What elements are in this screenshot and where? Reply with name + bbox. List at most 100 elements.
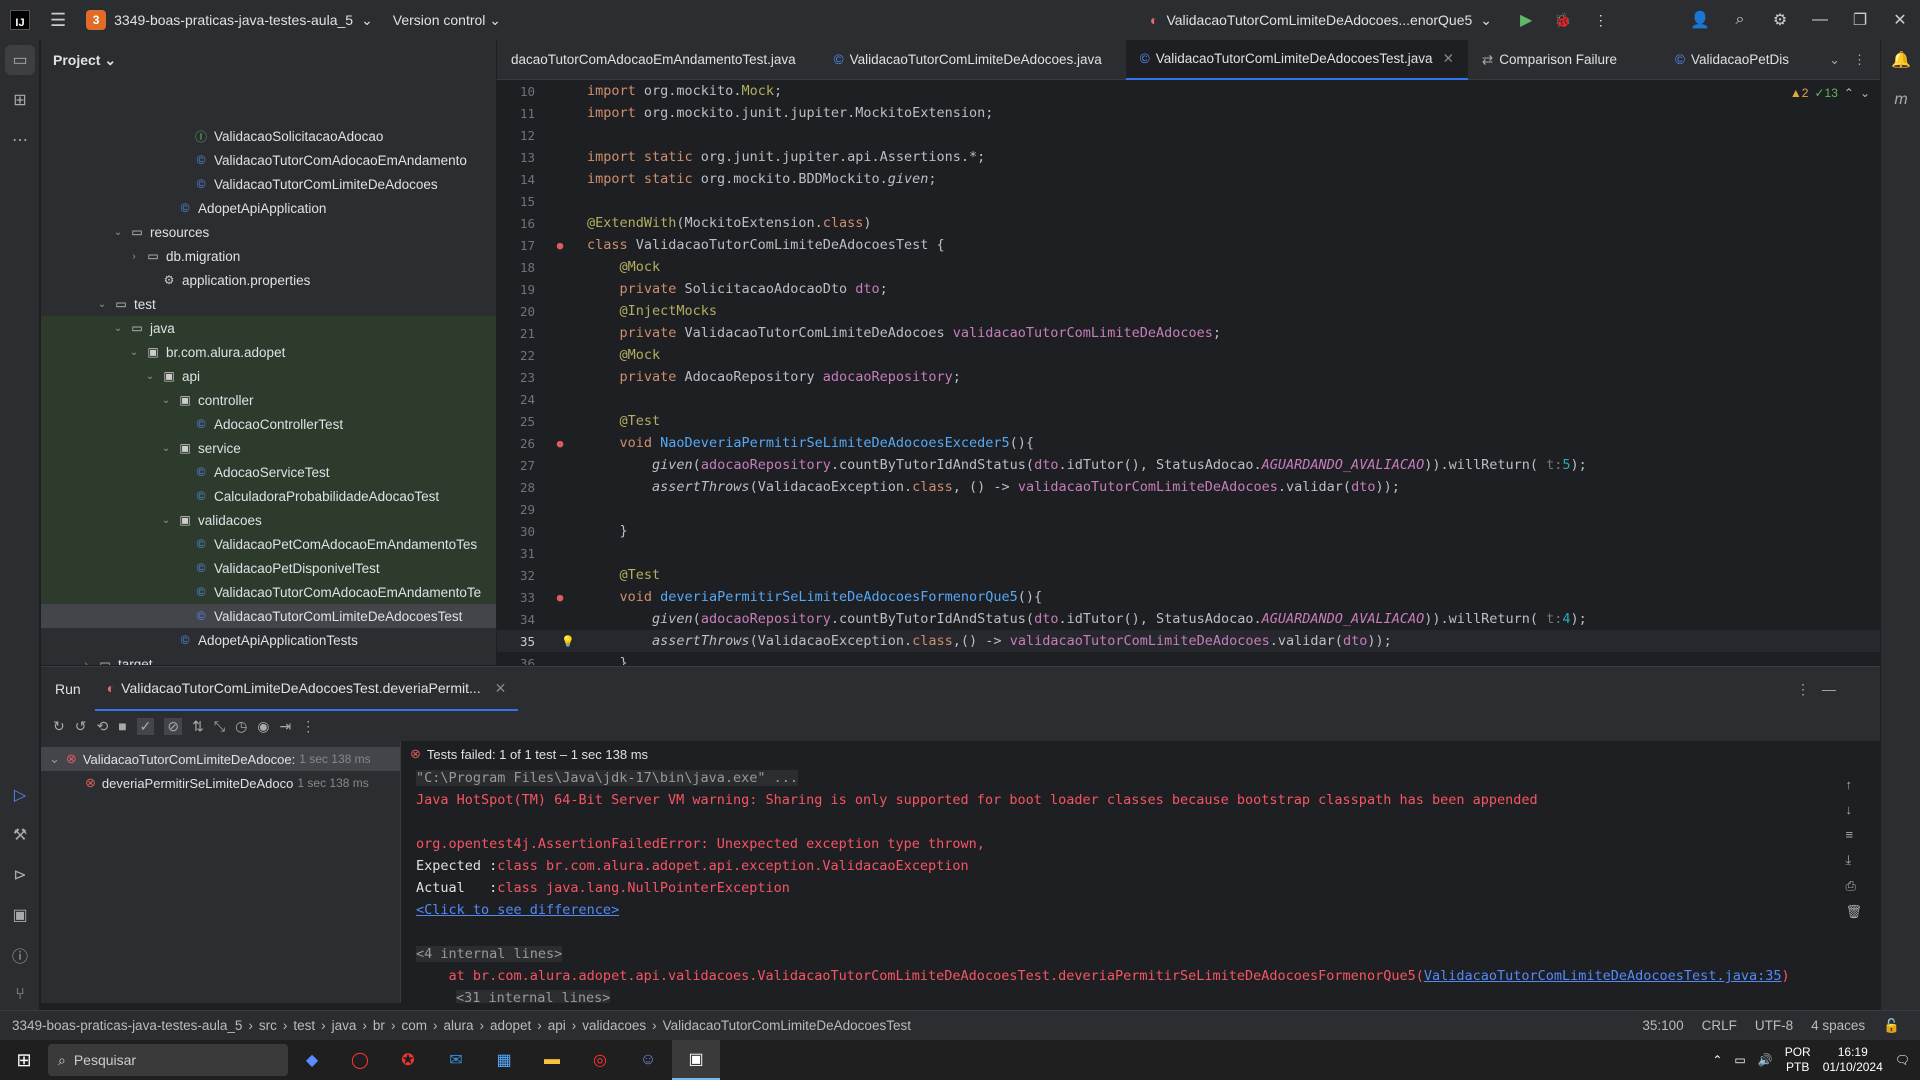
run-tab[interactable]: ◐ ValidacaoTutorComLimiteDeAdocoesTest.d… — [94, 667, 519, 711]
tree-item[interactable]: ⚙ application.properties — [41, 268, 496, 292]
rerun-failed-icon[interactable]: ↺ — [75, 718, 87, 735]
project-selector[interactable]: 3 3349-boas-praticas-java-testes-aula_5 … — [86, 10, 373, 30]
run-tool-icon[interactable]: ▷ — [0, 775, 40, 815]
breadcrumb-item[interactable]: test — [293, 1018, 315, 1033]
tab-limite-adocoes-test[interactable]: © ValidacaoTutorComLimiteDeAdocoesTest.ja… — [1125, 39, 1468, 80]
tab-limite-adocoes[interactable]: © ValidacaoTutorComLimiteDeAdocoes.java — [820, 40, 1116, 80]
file-encoding[interactable]: UTF-8 — [1755, 1018, 1793, 1034]
notifications-icon[interactable]: 🔔 — [1881, 40, 1920, 80]
chevron-down-icon[interactable]: ⌄ — [95, 299, 109, 310]
file-explorer-icon[interactable]: ▬ — [528, 1040, 576, 1080]
breadcrumb-item[interactable]: java — [332, 1018, 357, 1033]
intellij-logo-icon[interactable]: IJ — [10, 10, 30, 30]
line-separator[interactable]: CRLF — [1702, 1018, 1737, 1034]
tree-item[interactable]: © ValidacaoPetComAdocaoEmAndamentoTes — [41, 532, 496, 556]
more-icon[interactable]: ⋮ — [1594, 12, 1608, 29]
chevron-down-icon[interactable]: ⌄ — [159, 515, 173, 526]
tree-item[interactable]: ⌄ ▣ br.com.alura.adopet — [41, 340, 496, 364]
copilot-icon[interactable]: ◆ — [288, 1040, 336, 1080]
tab-comparison-failure[interactable]: ⇄ Comparison Failure — [1468, 40, 1631, 80]
see-difference-link[interactable]: <Click to see difference> — [416, 902, 619, 918]
chevron-down-icon[interactable]: ⌄ — [143, 371, 157, 382]
test-method-row[interactable]: ⊗ deveriaPermitirSeLimiteDeAdoco 1 sec 1… — [41, 771, 400, 795]
tree-item[interactable]: ⌄ ▣ service — [41, 436, 496, 460]
tree-item[interactable]: © AdopetApiApplication — [41, 196, 496, 220]
breadcrumb-item[interactable]: validacoes — [582, 1018, 646, 1033]
debug-icon[interactable]: 🐞 — [1554, 12, 1571, 29]
project-panel-header[interactable]: Project ⌄ — [41, 40, 496, 80]
stack-trace-link[interactable]: ValidacaoTutorComLimiteDeAdocoesTest.jav… — [1424, 968, 1782, 984]
minimize-panel-icon[interactable]: — — [1822, 681, 1836, 697]
tree-item[interactable]: © AdocaoControllerTest — [41, 412, 496, 436]
more-icon[interactable]: ⋮ — [301, 718, 315, 735]
arrow-up-icon[interactable]: ↑ — [1845, 777, 1862, 792]
chevron-down-icon[interactable]: ⌄ — [111, 323, 125, 334]
version-control-menu[interactable]: Version control ⌄ — [393, 12, 501, 29]
export-icon[interactable]: ⇥ — [280, 718, 292, 735]
trash-icon[interactable]: 🗑 — [1845, 904, 1862, 920]
gear-icon[interactable]: ⚙ — [1760, 10, 1800, 30]
close-icon[interactable]: ✕ — [1880, 10, 1920, 30]
tree-item[interactable]: © ValidacaoTutorComAdocaoEmAndamentoTe — [41, 580, 496, 604]
breadcrumb-item[interactable]: adopet — [490, 1018, 531, 1033]
more-tools-icon[interactable]: ⋯ — [0, 120, 40, 160]
chevron-down-icon[interactable]: ⌄ — [159, 443, 173, 454]
tree-item[interactable]: © ValidacaoTutorComLimiteDeAdocoes — [41, 172, 496, 196]
chevron-down-icon[interactable]: ⌄ — [49, 751, 60, 767]
print-icon[interactable]: ⎙ — [1845, 878, 1862, 894]
run-test-gutter-icon[interactable]: ● — [545, 239, 575, 252]
breadcrumb-item[interactable]: alura — [443, 1018, 473, 1033]
close-icon[interactable]: ✕ — [495, 680, 507, 697]
run-config-selector[interactable]: ◐ ValidacaoTutorComLimiteDeAdocoes...eno… — [1150, 0, 1608, 40]
tree-item[interactable]: Ⓘ ValidacaoSolicitacaoAdocao — [41, 124, 496, 148]
tree-item[interactable]: ⌄ ▭ resources — [41, 220, 496, 244]
store-icon[interactable]: ▦ — [480, 1040, 528, 1080]
lightbulb-icon[interactable]: 💡 — [545, 635, 575, 648]
services-tool-icon[interactable]: ⊳ — [0, 855, 40, 895]
app-icon[interactable]: ✪ — [384, 1040, 432, 1080]
more-icon[interactable]: ⋮ — [1853, 52, 1866, 68]
tab-adocao-em-andamento-test[interactable]: dacaoTutorComAdocaoEmAndamentoTest.java — [497, 40, 810, 80]
windows-start-icon[interactable]: ⊞ — [0, 1050, 48, 1071]
close-tab-icon[interactable]: ✕ — [1443, 51, 1454, 67]
rerun-icon[interactable]: ↻ — [53, 718, 65, 735]
console-output[interactable]: ⊗ Tests failed: 1 of 1 test – 1 sec 138 m… — [406, 741, 1826, 1003]
tree-item[interactable]: © ValidacaoTutorComLimiteDeAdocoesTest — [41, 604, 496, 628]
breadcrumb-item[interactable]: 3349-boas-praticas-java-testes-aula_5 — [12, 1018, 242, 1033]
keyboard-layout[interactable]: POR PTB — [1785, 1045, 1811, 1075]
restore-icon[interactable]: ❐ — [1840, 10, 1880, 30]
build-tool-icon[interactable]: ⚒ — [0, 815, 40, 855]
test-class-row[interactable]: ⌄ ⊗ ValidacaoTutorComLimiteDeAdocoe: 1 s… — [41, 747, 400, 771]
chevron-right-icon[interactable]: › — [127, 251, 141, 262]
code-view[interactable]: 10 import org.mockito.Mock; 11 import org.… — [497, 80, 1880, 665]
arrow-down-icon[interactable]: ↓ — [1845, 802, 1862, 817]
structure-tool-icon[interactable]: ⊞ — [0, 80, 40, 120]
tree-item[interactable]: ⌄ ▭ java — [41, 316, 496, 340]
problems-tool-icon[interactable]: ⓘ — [0, 935, 40, 975]
tree-item[interactable]: › ▭ db.migration — [41, 244, 496, 268]
chevron-down-icon[interactable]: ⌄ — [127, 347, 141, 358]
lock-icon[interactable]: 🔓 — [1883, 1018, 1900, 1034]
scroll-to-end-icon[interactable]: ⤓ — [1845, 852, 1862, 868]
search-icon[interactable]: ⌕ — [1720, 11, 1760, 29]
tree-item[interactable]: ⌄ ▣ api — [41, 364, 496, 388]
caret-position[interactable]: 35:100 — [1642, 1018, 1683, 1034]
show-passed-icon[interactable]: ✓ — [136, 717, 155, 735]
network-icon[interactable]: ▭ — [1734, 1053, 1745, 1067]
run-test-gutter-icon[interactable]: ● — [545, 437, 575, 450]
volume-icon[interactable]: 🔊 — [1758, 1053, 1773, 1067]
sort-icon[interactable]: ⇅ — [192, 718, 204, 735]
breadcrumb-item[interactable]: br — [373, 1018, 385, 1033]
clock[interactable]: 16:19 01/10/2024 — [1823, 1045, 1883, 1075]
tree-item[interactable]: ⌄ ▣ controller — [41, 388, 496, 412]
breadcrumb-item[interactable]: api — [548, 1018, 566, 1033]
internal-lines-fold[interactable]: <4 internal lines> — [416, 946, 563, 962]
tab-list-icon[interactable]: ⌄ — [1829, 52, 1840, 68]
notification-icon[interactable]: 🗨 — [1895, 1053, 1910, 1067]
tree-item[interactable]: © AdocaoServiceTest — [41, 460, 496, 484]
collapse-icon[interactable]: ⤡ — [214, 718, 225, 735]
tree-item[interactable]: © ValidacaoTutorComAdocaoEmAndamento — [41, 148, 496, 172]
tree-item[interactable]: ⌄ ▣ validacoes — [41, 508, 496, 532]
tree-item[interactable]: © CalculadoraProbabilidadeAdocaoTest — [41, 484, 496, 508]
intellij-taskbar-icon[interactable]: ▣ — [672, 1040, 720, 1080]
